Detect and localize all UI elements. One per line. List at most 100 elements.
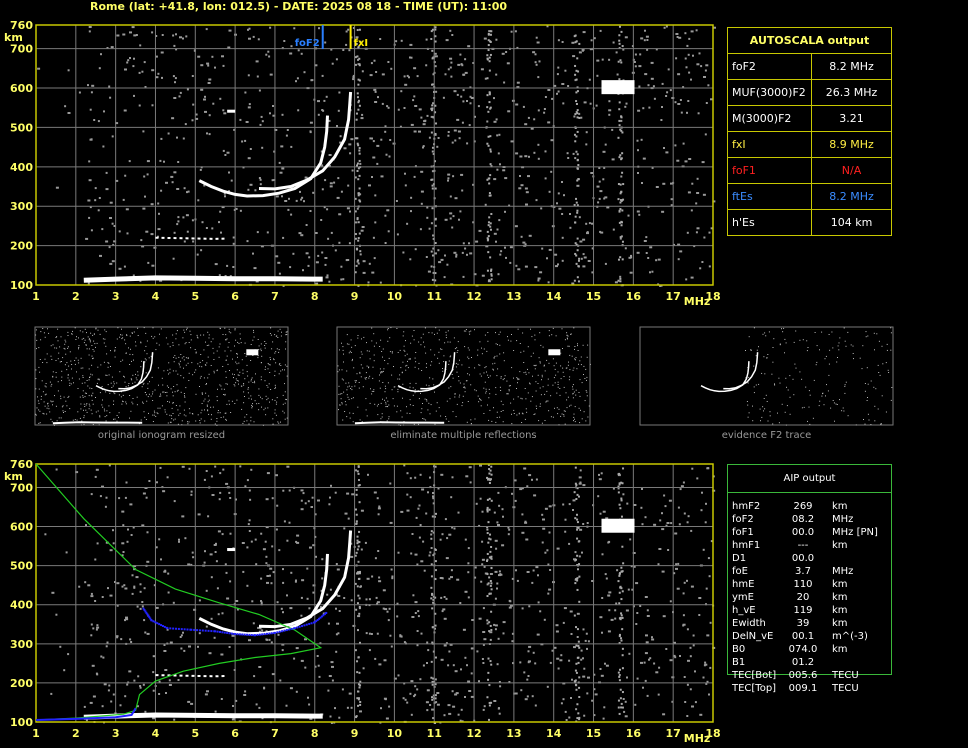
noise-dot	[487, 235, 490, 238]
noise-dot	[118, 394, 120, 396]
noise-dot	[37, 400, 39, 402]
noise-dot	[535, 405, 537, 407]
noise-dot	[552, 384, 554, 386]
noise-dot	[638, 65, 642, 68]
noise-dot	[469, 252, 473, 255]
noise-dot	[250, 468, 253, 471]
noise-dot	[687, 100, 690, 102]
noise-dot	[80, 403, 82, 405]
noise-dot	[148, 480, 151, 482]
noise-dot	[172, 34, 175, 37]
noise-dot	[221, 388, 223, 390]
aip-point	[216, 630, 219, 633]
noise-dot	[244, 342, 246, 344]
noise-dot	[586, 391, 588, 393]
noise-dot	[200, 354, 202, 355]
noise-dot	[366, 415, 368, 417]
noise-dot	[357, 239, 360, 242]
noise-dot	[489, 393, 491, 395]
noise-dot	[243, 402, 245, 404]
noise-dot	[576, 116, 579, 119]
noise-dot	[239, 465, 242, 468]
noise-dot	[108, 405, 110, 407]
noise-dot	[66, 369, 68, 371]
aip-unit: km	[832, 644, 848, 655]
noise-dot	[152, 400, 154, 401]
noise-dot	[551, 97, 554, 100]
noise-dot	[451, 141, 454, 144]
noise-dot	[358, 147, 361, 150]
noise-dot	[487, 521, 490, 524]
noise-dot	[642, 107, 645, 110]
aip-point	[172, 627, 175, 630]
noise-dot	[250, 360, 252, 361]
noise-dot	[127, 385, 129, 387]
noise-dot	[495, 387, 497, 389]
noise-dot	[618, 712, 621, 715]
noise-dot	[461, 364, 463, 366]
noise-dot	[275, 403, 277, 405]
noise-dot	[619, 507, 622, 510]
noise-dot	[252, 403, 253, 405]
noise-dot	[267, 50, 270, 53]
noise-dot	[166, 413, 168, 415]
thumbnail-frame	[34, 326, 289, 426]
noise-dot	[423, 569, 426, 572]
noise-dot	[576, 112, 579, 115]
noise-dot	[503, 360, 505, 362]
noise-dot	[568, 659, 571, 662]
noise-dot	[74, 360, 76, 361]
noise-dot	[357, 545, 360, 548]
noise-dot	[151, 104, 154, 107]
noise-dot	[175, 405, 177, 406]
noise-dot	[618, 39, 621, 42]
noise-dot	[176, 136, 178, 139]
noise-dot	[105, 374, 107, 376]
noise-dot	[376, 162, 379, 165]
noise-dot	[185, 357, 187, 359]
noise-dot	[466, 142, 469, 145]
noise-dot	[178, 364, 180, 366]
aip-row: TEC[Top] 009.1 TECU	[732, 682, 892, 695]
noise-dot	[358, 159, 361, 162]
noise-dot	[532, 651, 535, 654]
noise-dot	[177, 373, 179, 375]
noise-dot	[206, 132, 208, 135]
noise-dot	[679, 250, 683, 253]
noise-dot	[404, 355, 406, 357]
noise-dot	[486, 532, 489, 535]
noise-dot	[181, 420, 183, 422]
noise-dot	[837, 357, 838, 358]
noise-dot	[321, 109, 324, 111]
noise-dot	[516, 81, 520, 84]
noise-dot	[574, 73, 577, 76]
noise-dot	[537, 143, 540, 146]
noise-dot	[466, 421, 468, 423]
noise-dot	[84, 382, 86, 384]
noise-dot	[599, 29, 602, 32]
noise-dot	[305, 224, 308, 226]
noise-dot	[284, 369, 285, 371]
noise-dot	[489, 106, 492, 109]
noise-dot	[536, 408, 537, 410]
x-tick-label: 12	[466, 727, 481, 740]
background-noise	[37, 25, 716, 287]
noise-dot	[645, 236, 648, 239]
noise-dot	[99, 392, 101, 394]
noise-dot	[229, 370, 230, 371]
noise-dot	[490, 663, 493, 666]
noise-dot	[508, 390, 510, 392]
noise-dot	[337, 365, 339, 367]
noise-dot	[318, 27, 320, 30]
noise-dot	[502, 379, 504, 381]
noise-dot	[266, 638, 269, 641]
noise-dot	[576, 211, 579, 214]
noise-dot	[203, 561, 206, 564]
noise-dot	[89, 138, 93, 141]
noise-dot	[219, 97, 222, 100]
aip-point	[281, 630, 284, 633]
autoscala-row: M(3000)F2 3.21	[728, 106, 891, 132]
noise-dot	[568, 345, 570, 347]
noise-dot	[292, 252, 295, 255]
echo-block	[246, 349, 259, 356]
